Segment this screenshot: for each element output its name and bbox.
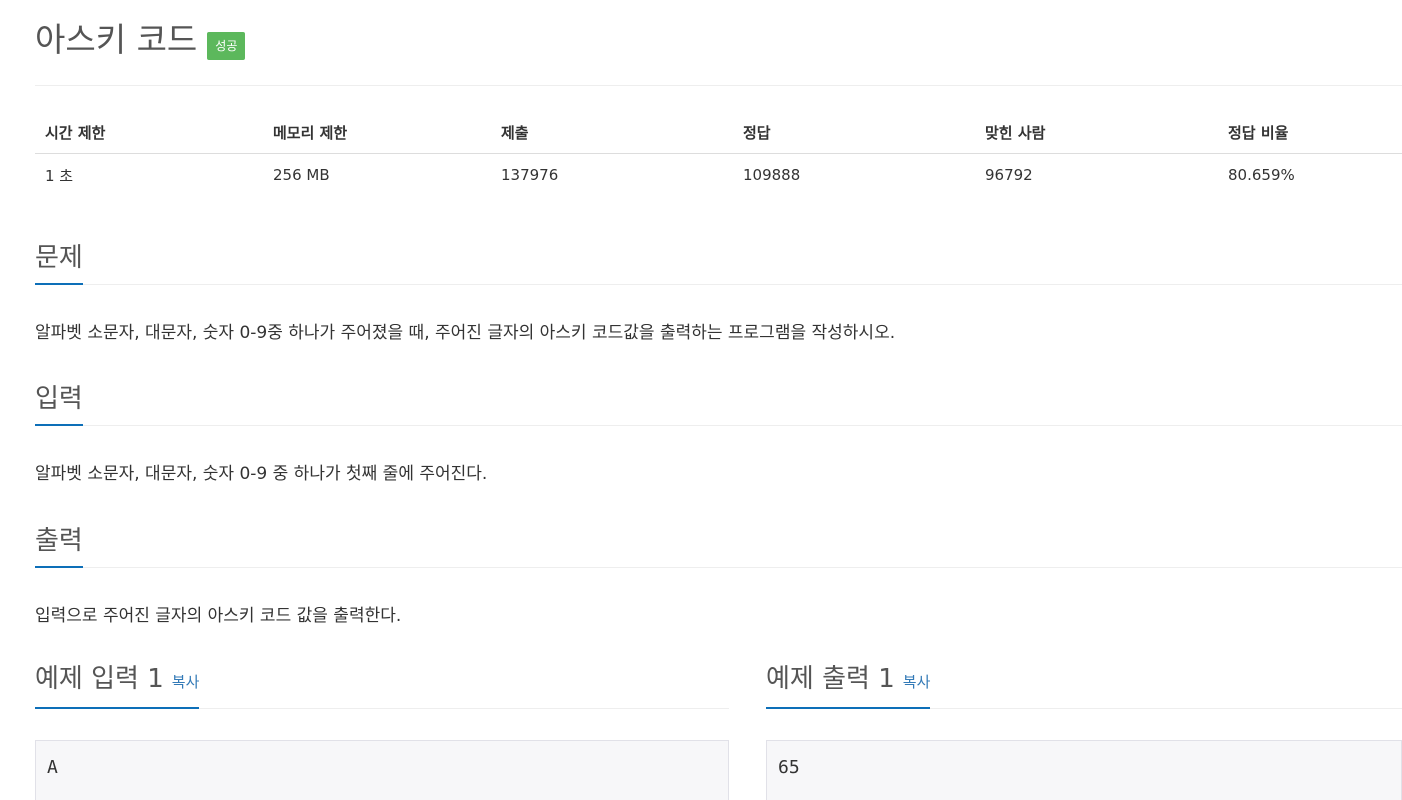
problem-description-section: 문제 알파벳 소문자, 대문자, 숫자 0-9중 하나가 주어졌을 때, 주어진…: [35, 238, 1402, 345]
memory-limit-value: 256 MB: [273, 166, 330, 184]
sample-input-panel: 예제 입력 1 복사 A: [35, 662, 729, 800]
copy-sample-output-link[interactable]: 복사: [903, 673, 931, 691]
problem-description: 알파벳 소문자, 대문자, 숫자 0-9중 하나가 주어졌을 때, 주어진 글자…: [35, 323, 896, 343]
header-accepted: 정답: [733, 112, 975, 154]
header-time-limit: 시간 제한: [35, 112, 263, 154]
input-description: 알파벳 소문자, 대문자, 숫자 0-9 중 하나가 첫째 줄에 주어진다.: [35, 464, 488, 484]
sample-input-header: 예제 입력 1 복사: [35, 662, 729, 709]
status-badge: 성공: [207, 32, 246, 60]
header-memory-limit: 메모리 제한: [263, 112, 491, 154]
submissions-value: 137976: [501, 166, 559, 184]
title-divider: [35, 85, 1402, 86]
section-header: 출력: [35, 521, 1402, 568]
input-section: 입력 알파벳 소문자, 대문자, 숫자 0-9 중 하나가 첫째 줄에 주어진다…: [35, 379, 1402, 486]
sample-input-box[interactable]: A: [35, 740, 729, 800]
sample-output-header: 예제 출력 1 복사: [766, 662, 1402, 709]
header-accept-ratio: 정답 비율: [1218, 112, 1402, 154]
sample-output-heading: 예제 출력 1: [766, 664, 895, 694]
accept-ratio-value: 80.659%: [1228, 166, 1295, 184]
accepted-value: 109888: [743, 166, 801, 184]
problem-info-table: 시간 제한 메모리 제한 제출 정답 맞힌 사람 정답 비율 1 초 256 M…: [35, 112, 1402, 196]
sample-input-heading: 예제 입력 1: [35, 664, 164, 694]
header-submissions: 제출: [491, 112, 733, 154]
problem-header: 아스키 코드 성공: [35, 14, 246, 62]
section-title-output: 출력: [35, 524, 83, 568]
header-solved-users: 맞힌 사람: [975, 112, 1218, 154]
solved-users-value: 96792: [985, 166, 1033, 184]
output-section: 출력 입력으로 주어진 글자의 아스키 코드 값을 출력한다.: [35, 521, 1402, 628]
sample-output-panel: 예제 출력 1 복사 65: [766, 662, 1402, 800]
time-limit-value: 1 초: [45, 166, 74, 185]
section-header: 입력: [35, 379, 1402, 426]
section-title-input: 입력: [35, 382, 83, 426]
sample-output-title: 예제 출력 1 복사: [766, 662, 931, 709]
section-header: 문제: [35, 238, 1402, 285]
sample-input-title: 예제 입력 1 복사: [35, 662, 200, 709]
output-description: 입력으로 주어진 글자의 아스키 코드 값을 출력한다.: [35, 606, 402, 626]
problem-title: 아스키 코드: [35, 20, 198, 59]
table-header-row: 시간 제한 메모리 제한 제출 정답 맞힌 사람 정답 비율: [35, 112, 1402, 154]
sample-output-box[interactable]: 65: [766, 740, 1402, 800]
section-title-problem: 문제: [35, 241, 83, 285]
table-row: 1 초 256 MB 137976 109888 96792 80.659%: [35, 154, 1402, 197]
copy-sample-input-link[interactable]: 복사: [172, 673, 200, 691]
